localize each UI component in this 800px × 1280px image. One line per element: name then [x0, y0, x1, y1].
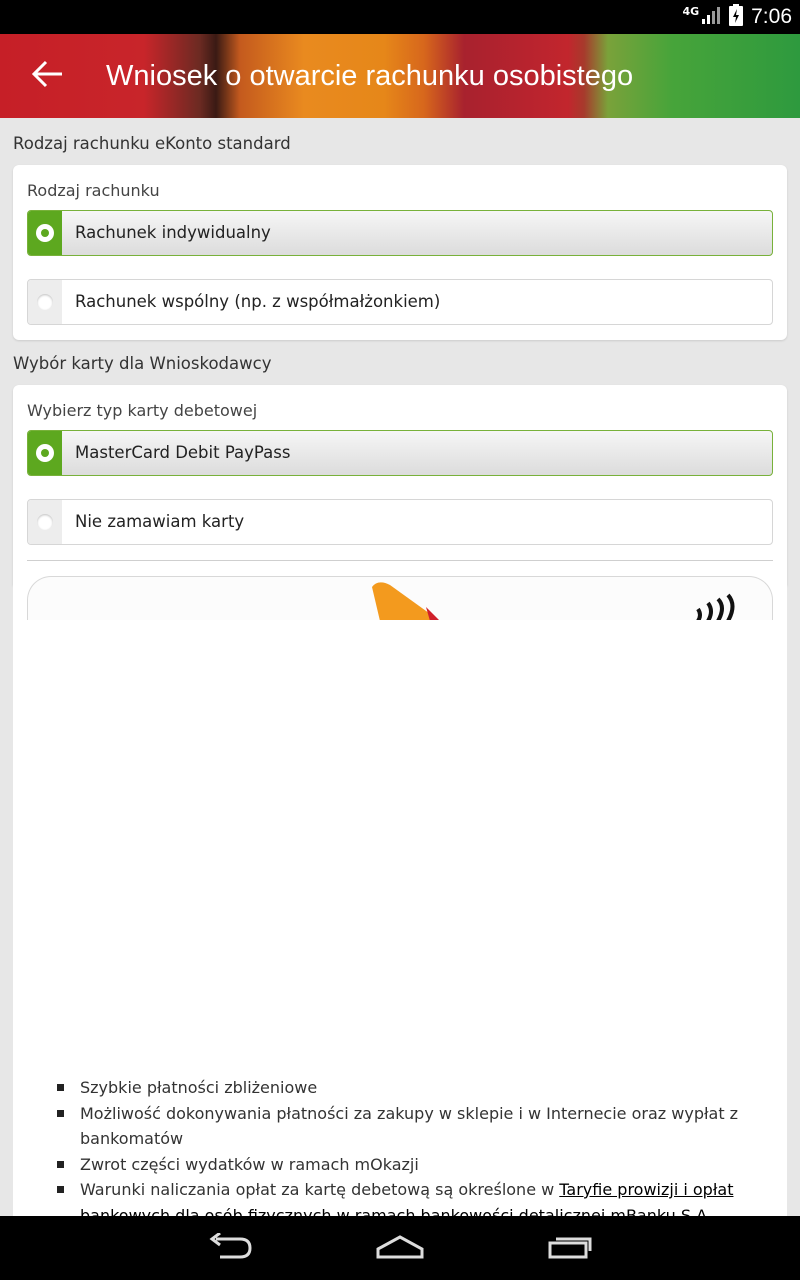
account-type-card: Rodzaj rachunku Rachunek indywidualny Ra…	[13, 165, 787, 340]
option-joint-account[interactable]: Rachunek wspólny (np. z współmałżonkiem)	[27, 279, 773, 325]
card-features: Szybkie płatności zbliżeniowe Możliwość …	[13, 1066, 787, 1225]
radio-empty-icon	[37, 514, 53, 530]
status-icons: 4G 7:06	[682, 0, 792, 34]
list-item: Szybkie płatności zbliżeniowe	[13, 1075, 787, 1101]
radio-cell	[28, 431, 62, 475]
option-label: Rachunek indywidualny	[75, 223, 271, 242]
card-type-card: Wybierz typ karty debetowej MasterCard D…	[13, 385, 787, 585]
home-nav-button[interactable]	[370, 1228, 430, 1268]
option-no-card[interactable]: Nie zamawiam karty	[27, 499, 773, 545]
option-label: Nie zamawiam karty	[75, 512, 245, 531]
radio-cell	[28, 500, 62, 544]
home-nav-icon	[374, 1233, 426, 1263]
list-item: Możliwość dokonywania płatności za zakup…	[13, 1101, 787, 1152]
account-section-header: Rodzaj rachunku eKonto standard	[13, 134, 291, 153]
features-list: Szybkie płatności zbliżeniowe Możliwość …	[13, 1075, 787, 1228]
list-item: Zwrot części wydatków w ramach mOkazji	[13, 1152, 787, 1178]
card-preview-image	[27, 576, 773, 620]
card-type-label: Wybierz typ karty debetowej	[27, 401, 258, 420]
radio-selected-icon	[36, 444, 54, 462]
radio-cell	[28, 280, 62, 324]
account-type-label: Rodzaj rachunku	[27, 181, 160, 200]
radio-selected-icon	[36, 224, 54, 242]
status-time: 7:06	[751, 5, 792, 28]
option-mastercard-debit[interactable]: MasterCard Debit PayPass	[27, 430, 773, 476]
back-nav-button[interactable]	[200, 1228, 260, 1268]
app-bar: Wniosek o otwarcie rachunku osobistego	[0, 34, 800, 118]
radio-empty-icon	[37, 294, 53, 310]
battery-icon	[729, 4, 744, 30]
back-button[interactable]	[22, 50, 74, 102]
signal-icon	[701, 5, 721, 29]
recents-nav-button[interactable]	[540, 1228, 600, 1268]
option-label: Rachunek wspólny (np. z współmałżonkiem)	[75, 292, 441, 311]
page-title: Wniosek o otwarcie rachunku osobistego	[106, 60, 634, 92]
radio-cell	[28, 211, 62, 255]
option-individual-account[interactable]: Rachunek indywidualny	[27, 210, 773, 256]
network-type-label: 4G	[682, 4, 700, 18]
arrow-left-icon	[31, 60, 64, 92]
card-image-area	[13, 576, 787, 1066]
back-nav-icon	[206, 1231, 254, 1263]
fees-text: Warunki naliczania opłat za kartę debeto…	[80, 1180, 560, 1199]
divider	[27, 560, 773, 561]
card-section-header: Wybór karty dla Wnioskodawcy	[13, 354, 272, 373]
option-label: MasterCard Debit PayPass	[75, 443, 291, 462]
navigation-bar	[0, 1216, 800, 1280]
recents-nav-icon	[546, 1233, 594, 1263]
status-bar: 4G 7:06	[0, 0, 800, 34]
